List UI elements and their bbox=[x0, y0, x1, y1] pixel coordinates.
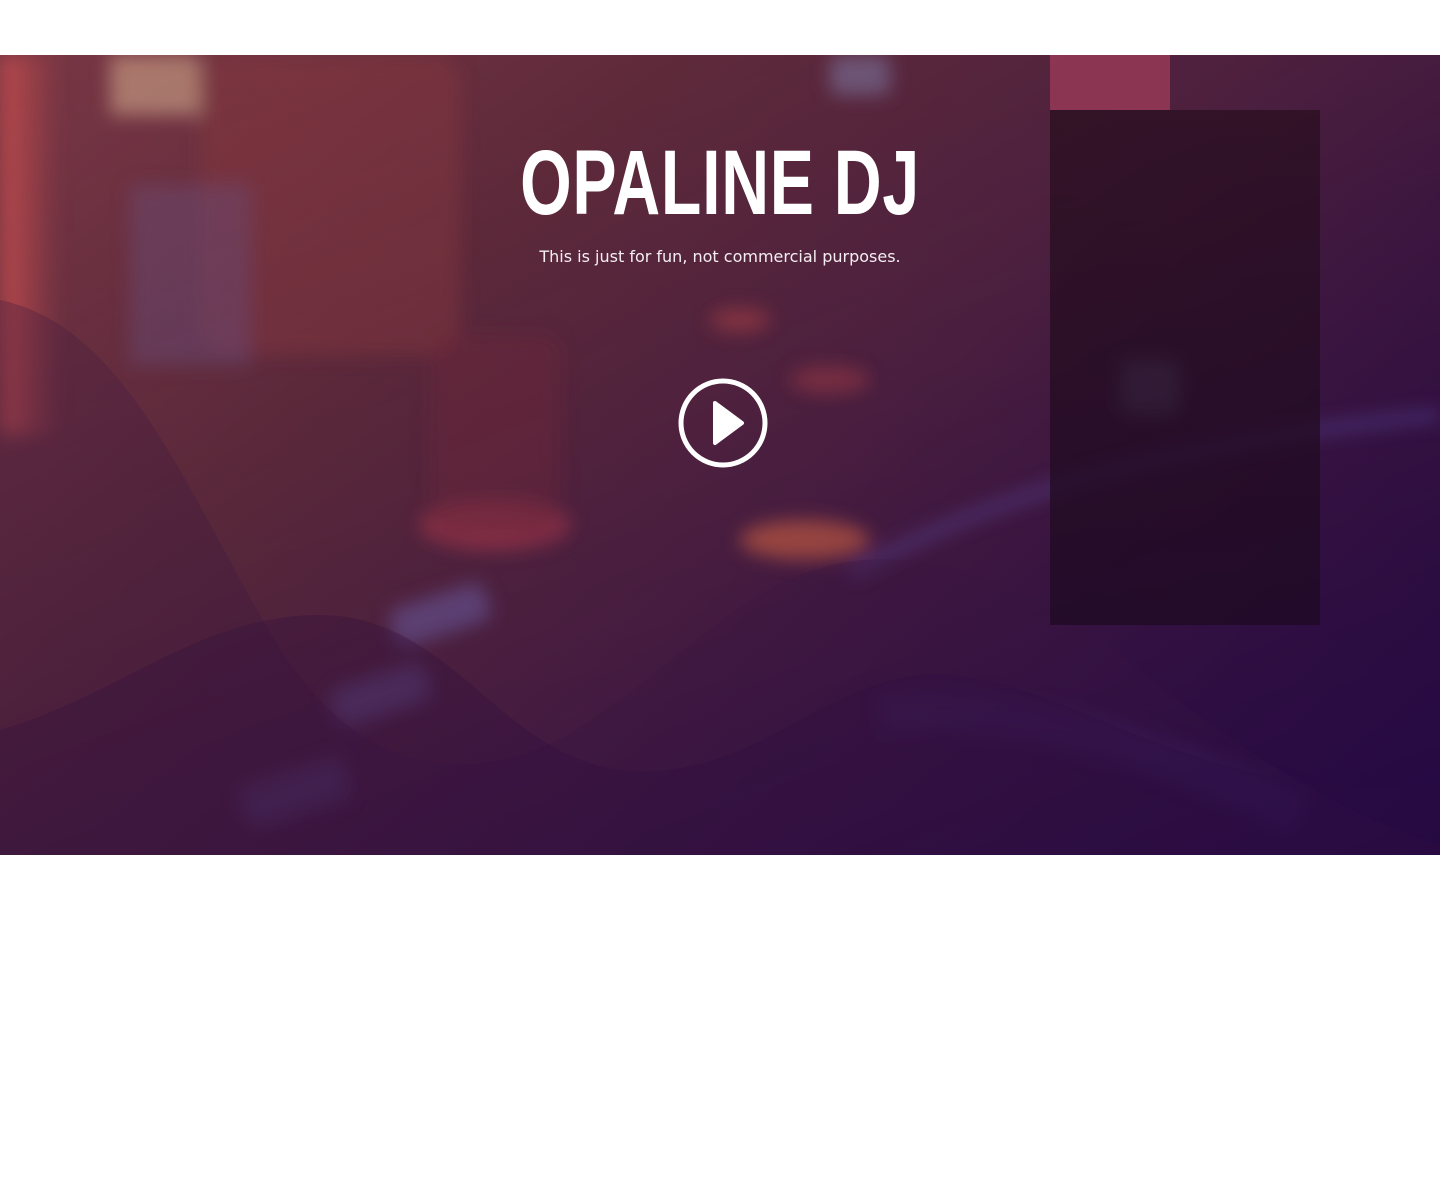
play-button[interactable] bbox=[676, 376, 770, 470]
hero-section: OPALINE DJ This is just for fun, not com… bbox=[0, 55, 1440, 855]
accent-block bbox=[1050, 55, 1170, 110]
top-bar bbox=[0, 0, 1440, 55]
hero-title: OPALINE DJ bbox=[520, 132, 920, 234]
page-body-blank bbox=[0, 855, 1440, 1200]
play-circle-icon bbox=[678, 378, 768, 468]
hero-subtitle: This is just for fun, not commercial pur… bbox=[539, 247, 901, 266]
